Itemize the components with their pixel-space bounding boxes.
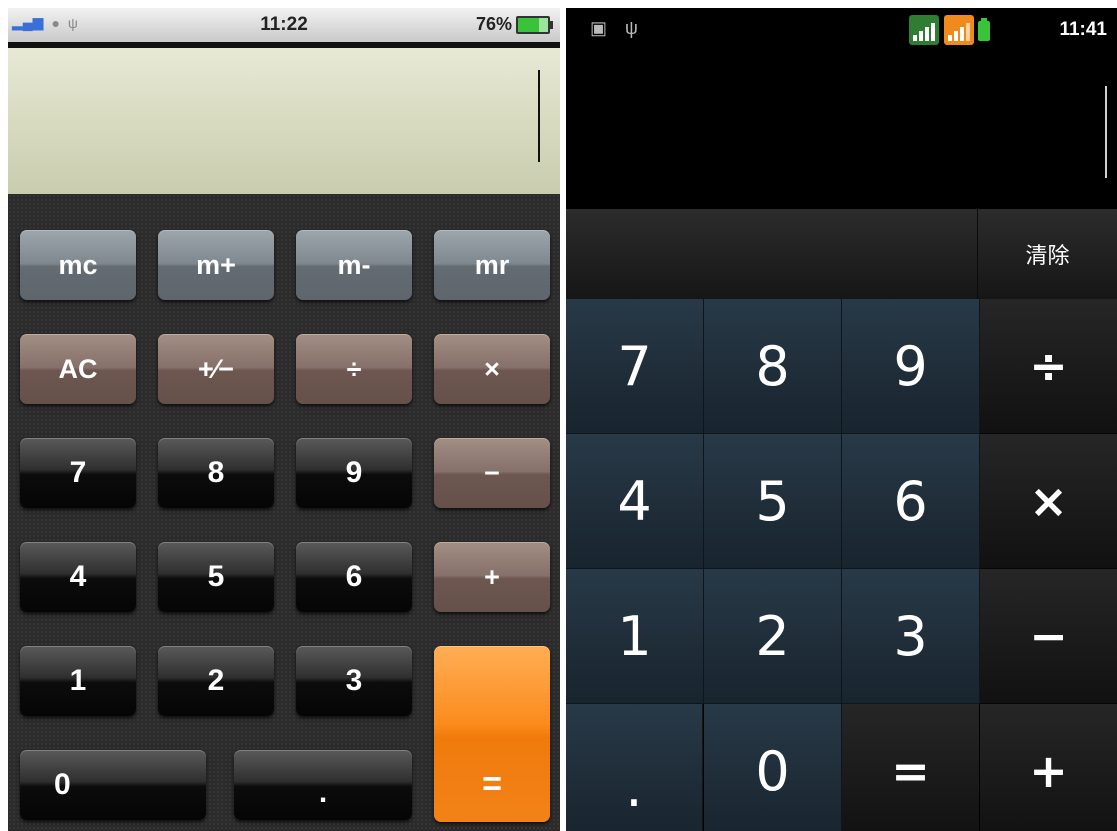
digit-0-button[interactable]: 0 <box>20 750 206 820</box>
digit-1-button[interactable]: 1 <box>20 646 136 716</box>
text-cursor <box>1105 86 1107 178</box>
calculator-display <box>8 48 560 194</box>
decimal-button[interactable]: . <box>234 750 412 820</box>
signal-orange-icon <box>944 15 974 45</box>
digit-4-button[interactable]: 4 <box>566 434 704 569</box>
digit-3-button[interactable]: 3 <box>842 569 980 704</box>
decimal-button[interactable]: . <box>566 704 703 831</box>
digit-6-button[interactable]: 6 <box>842 434 980 569</box>
status-bar: ▣ ψ 11:41 <box>566 8 1117 54</box>
digit-5-button[interactable]: 5 <box>158 542 274 612</box>
status-bar: ▂▄▆ ● ψ 11:22 76% <box>8 8 560 48</box>
digit-1-button[interactable]: 1 <box>566 569 704 704</box>
digit-8-button[interactable]: 8 <box>704 299 842 434</box>
digit-9-button[interactable]: 9 <box>296 438 412 508</box>
divide-button[interactable]: ÷ <box>980 299 1117 434</box>
left-calculator-screen: ▂▄▆ ● ψ 11:22 76% mc m+ m- mr AC +⁄− ÷ ×… <box>8 8 560 831</box>
memory-recall-button[interactable]: mr <box>434 230 550 300</box>
divide-button[interactable]: ÷ <box>296 334 412 404</box>
right-calculator-screen: ▣ ψ 11:41 清除 7 8 9 ÷ 4 5 6 × 1 2 3 − . 0… <box>566 8 1117 831</box>
digit-4-button[interactable]: 4 <box>20 542 136 612</box>
text-cursor <box>538 70 540 162</box>
multiply-button[interactable]: × <box>434 334 550 404</box>
multiply-button[interactable]: × <box>980 434 1117 569</box>
subtract-button[interactable]: − <box>980 569 1117 704</box>
status-time: 11:41 <box>1059 19 1107 40</box>
calculator-display <box>566 54 1117 209</box>
clear-row-spacer <box>566 209 978 299</box>
usb-icon: ψ <box>625 18 638 38</box>
keypad: mc m+ m- mr AC +⁄− ÷ × 7 8 9 − 4 5 6 + 1… <box>8 194 560 831</box>
digit-6-button[interactable]: 6 <box>296 542 412 612</box>
memory-add-button[interactable]: m+ <box>158 230 274 300</box>
digit-5-button[interactable]: 5 <box>704 434 842 569</box>
digit-2-button[interactable]: 2 <box>704 569 842 704</box>
digit-0-button[interactable]: 0 <box>704 704 842 831</box>
all-clear-button[interactable]: AC <box>20 334 136 404</box>
status-icons: ▣ ψ <box>590 18 638 39</box>
clear-row: 清除 <box>566 209 1117 299</box>
memory-subtract-button[interactable]: m- <box>296 230 412 300</box>
battery-percent: 76% <box>475 14 512 34</box>
plus-minus-button[interactable]: +⁄− <box>158 334 274 404</box>
digit-3-button[interactable]: 3 <box>296 646 412 716</box>
battery-indicator: 76% <box>475 14 553 35</box>
battery-icon <box>978 18 990 41</box>
digit-2-button[interactable]: 2 <box>158 646 274 716</box>
digit-7-button[interactable]: 7 <box>566 299 704 434</box>
add-button[interactable]: + <box>434 542 550 612</box>
equals-button[interactable]: = <box>434 646 550 822</box>
digit-8-button[interactable]: 8 <box>158 438 274 508</box>
android-icon: ▣ <box>590 18 608 38</box>
clear-button[interactable]: 清除 <box>978 209 1117 299</box>
memory-clear-button[interactable]: mc <box>20 230 136 300</box>
battery-icon <box>516 15 553 34</box>
equals-button[interactable]: = <box>842 704 979 831</box>
signal-green-icon <box>909 15 939 45</box>
add-button[interactable]: + <box>980 704 1117 831</box>
digit-9-button[interactable]: 9 <box>842 299 980 434</box>
digit-7-button[interactable]: 7 <box>20 438 136 508</box>
subtract-button[interactable]: − <box>434 438 550 508</box>
